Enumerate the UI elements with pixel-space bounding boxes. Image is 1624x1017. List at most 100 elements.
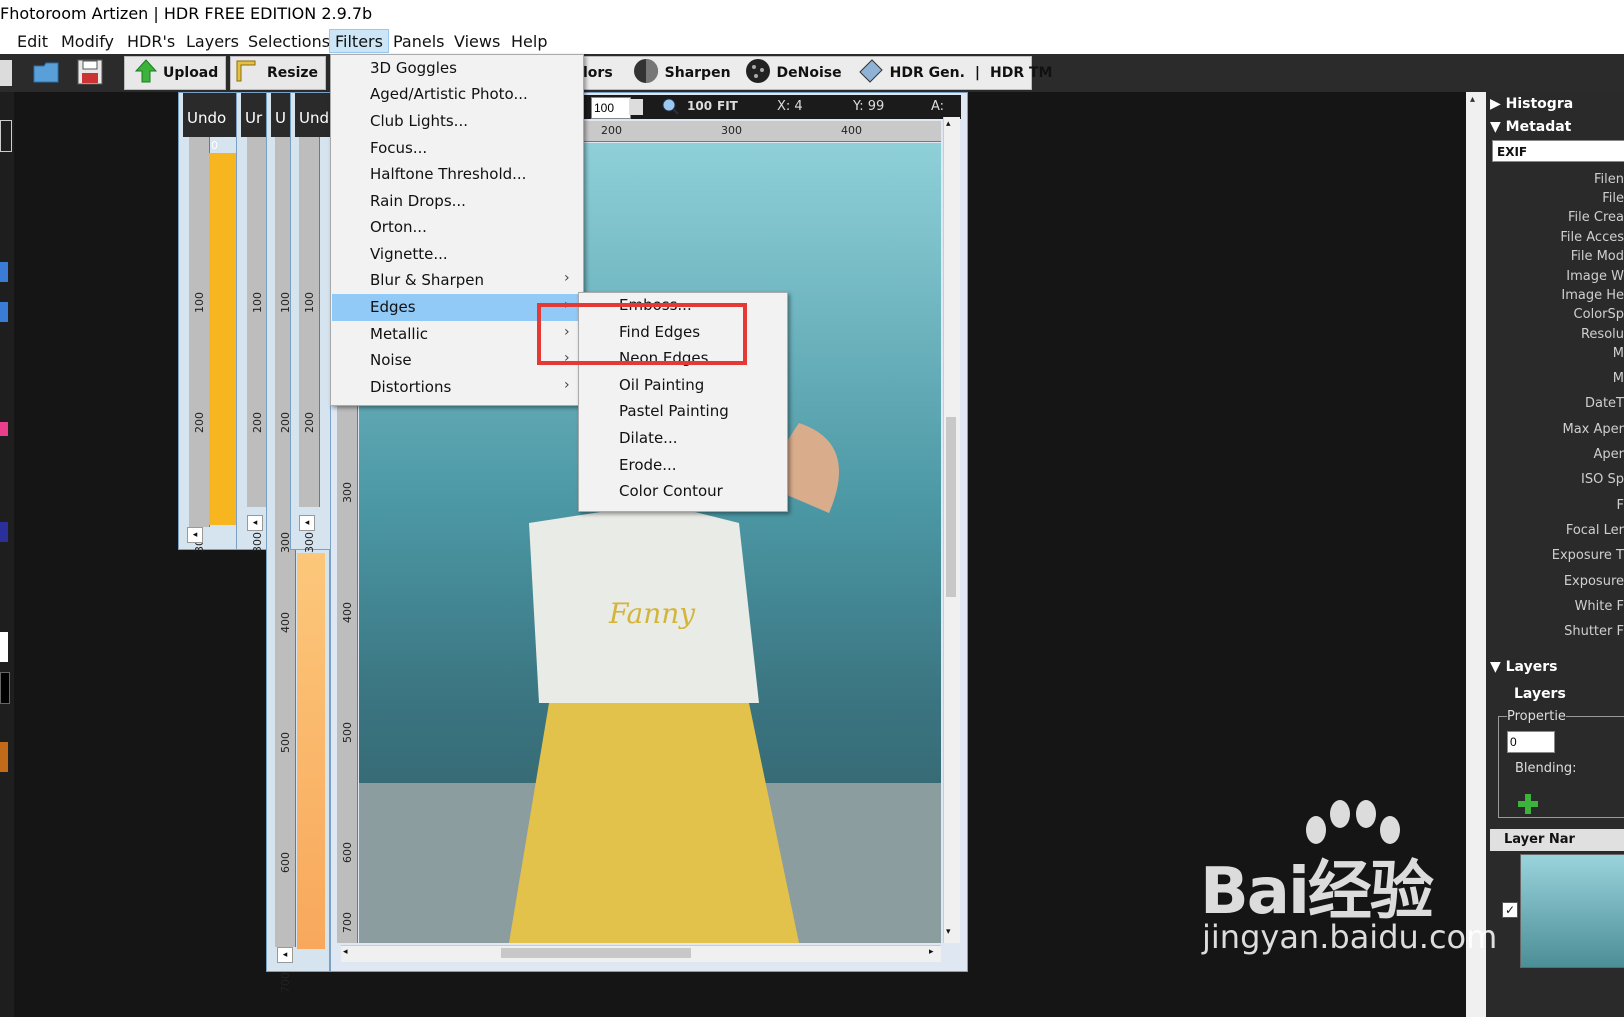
add-layer-icon[interactable] bbox=[1517, 793, 1539, 819]
undo-label-1: Undo bbox=[187, 109, 227, 127]
select-tool-icon[interactable] bbox=[0, 120, 12, 152]
scroll-left-arrow[interactable]: ◂ bbox=[247, 515, 263, 531]
new-file-icon[interactable] bbox=[0, 60, 12, 86]
window-title: Fhotoroom Artizen | HDR FREE EDITION 2.9… bbox=[0, 4, 373, 23]
vertical-scroll-thumb[interactable] bbox=[946, 417, 956, 597]
a-readout: A: bbox=[931, 99, 945, 114]
layers-header[interactable]: ▼ Layers bbox=[1490, 659, 1557, 675]
menu-selections[interactable]: Selections bbox=[248, 32, 330, 51]
opacity-input[interactable] bbox=[1507, 731, 1555, 753]
ruler-label: 400 bbox=[279, 612, 292, 633]
metadata-row: Resolu bbox=[1580, 327, 1624, 342]
edges-dilate[interactable]: Dilate... bbox=[619, 429, 678, 447]
ruler-label: 100 bbox=[303, 292, 316, 313]
upload-arrow-icon bbox=[134, 59, 158, 87]
fit-button[interactable]: FIT bbox=[717, 99, 738, 113]
metadata-row: ColorSp bbox=[1573, 307, 1624, 322]
resize-button[interactable]: Resize bbox=[230, 56, 326, 90]
ruler-label: 200 bbox=[193, 412, 206, 433]
filter-focus[interactable]: Focus... bbox=[332, 135, 582, 162]
scroll-down-arrow[interactable]: ▾ bbox=[946, 927, 951, 937]
ruler-top-zero: 0 bbox=[211, 139, 218, 152]
zoom-100-button[interactable]: 100 bbox=[687, 99, 712, 113]
filter-3d-goggles[interactable]: 3D Goggles bbox=[332, 55, 582, 82]
menu-views[interactable]: Views bbox=[454, 32, 500, 51]
layer-thumbnail[interactable] bbox=[1520, 854, 1624, 968]
scroll-left-arrow[interactable]: ◂ bbox=[343, 947, 348, 957]
menu-panels[interactable]: Panels bbox=[393, 32, 445, 51]
undo-label-2: Ur bbox=[245, 109, 263, 127]
title-bar: Fhotoroom Artizen | HDR FREE EDITION 2.9… bbox=[0, 0, 1624, 28]
scroll-left-arrow[interactable]: ◂ bbox=[277, 947, 293, 963]
edges-erode[interactable]: Erode... bbox=[619, 456, 677, 474]
filter-vignette[interactable]: Vignette... bbox=[332, 241, 582, 268]
vertical-scrollbar[interactable]: ▴ ▾ bbox=[943, 117, 960, 943]
horizontal-scrollbar[interactable]: ◂ ▸ bbox=[341, 945, 941, 962]
eraser-tool-icon[interactable] bbox=[0, 422, 8, 436]
upload-button[interactable]: Upload bbox=[124, 56, 226, 90]
exif-select[interactable]: EXIF bbox=[1492, 140, 1624, 162]
x-readout: X: 4 bbox=[777, 99, 803, 114]
scroll-up-arrow[interactable]: ▴ bbox=[946, 119, 951, 129]
brush-tool-icon[interactable] bbox=[0, 262, 8, 282]
metadata-row: F bbox=[1616, 498, 1624, 513]
metadata-row: ISO Sp bbox=[1581, 472, 1624, 487]
filter-rain-drops[interactable]: Rain Drops... bbox=[332, 188, 582, 215]
pen-tool-icon[interactable] bbox=[0, 302, 8, 322]
zoom-input[interactable] bbox=[591, 97, 631, 119]
color-swatch-icon[interactable] bbox=[0, 522, 8, 542]
vertical-ruler-2: 100 200 300 bbox=[247, 137, 268, 553]
ruler-label: 500 bbox=[279, 732, 292, 753]
filter-blur-sharpen[interactable]: Blur & Sharpen › bbox=[332, 267, 582, 294]
foreground-color-swatch[interactable] bbox=[0, 632, 8, 662]
layers-tab[interactable]: Layers bbox=[1514, 686, 1566, 702]
save-icon[interactable] bbox=[76, 58, 104, 86]
zoom-stepper-icon[interactable] bbox=[629, 99, 643, 115]
histogram-header[interactable]: ▶ Histogra bbox=[1490, 96, 1573, 112]
edges-color-contour[interactable]: Color Contour bbox=[619, 482, 723, 500]
vertical-ruler-1: 100 200 300 bbox=[189, 137, 210, 553]
background-color-swatch[interactable] bbox=[0, 672, 10, 704]
layer-visibility-checkbox[interactable]: ✓ bbox=[1502, 902, 1518, 918]
hdr-gen-label[interactable]: HDR Gen. bbox=[890, 65, 965, 81]
properties-label: Propertie bbox=[1507, 709, 1566, 724]
sharpen-label[interactable]: Sharpen bbox=[665, 65, 731, 81]
filter-aged-artistic-photo[interactable]: Aged/Artistic Photo... bbox=[332, 81, 582, 108]
menu-item-label: Rain Drops... bbox=[370, 192, 466, 210]
hdr-tm-label[interactable]: HDR TM bbox=[990, 65, 1052, 81]
baidu-watermark: Bai经验 jingyan.baidu.com bbox=[1200, 800, 1500, 970]
ruler-label: 300 bbox=[303, 532, 316, 553]
filter-distortions[interactable]: Distortions › bbox=[332, 374, 582, 401]
doc-window-4[interactable]: Und 100 200 300 ◂ bbox=[290, 92, 332, 553]
menu-modify[interactable]: Modify bbox=[61, 32, 114, 51]
texture-swatch[interactable] bbox=[0, 742, 8, 772]
scroll-up-arrow[interactable]: ▴ bbox=[1470, 94, 1475, 105]
menu-edit[interactable]: Edit bbox=[17, 32, 48, 51]
edges-oil-painting[interactable]: Oil Painting bbox=[619, 376, 704, 394]
scroll-left-arrow[interactable]: ◂ bbox=[299, 515, 315, 531]
horizontal-scroll-thumb[interactable] bbox=[501, 948, 691, 958]
scroll-right-arrow[interactable]: ▸ bbox=[929, 947, 934, 957]
metadata-row: M bbox=[1612, 346, 1624, 361]
menu-help[interactable]: Help bbox=[511, 32, 547, 51]
image-strip-3 bbox=[297, 553, 325, 949]
menu-filters[interactable]: Filters bbox=[329, 29, 389, 53]
colors-label[interactable]: lors bbox=[583, 65, 613, 81]
ruler-label: 100 bbox=[193, 292, 206, 313]
menu-item-label: Club Lights... bbox=[370, 112, 468, 130]
scroll-left-arrow[interactable]: ◂ bbox=[187, 527, 203, 543]
metadata-row: Focal Ler bbox=[1565, 523, 1624, 538]
filter-halftone-threshold[interactable]: Halftone Threshold... bbox=[332, 161, 582, 188]
zoom-in-icon[interactable] bbox=[661, 97, 679, 119]
menu-hdrs[interactable]: HDR's bbox=[127, 32, 175, 51]
filter-orton[interactable]: Orton... bbox=[332, 214, 582, 241]
toolbar-separator: | bbox=[974, 65, 981, 81]
edges-pastel-painting[interactable]: Pastel Painting bbox=[619, 402, 729, 420]
left-tool-strip bbox=[0, 92, 14, 1017]
menu-item-label: Noise bbox=[370, 351, 412, 369]
metadata-header[interactable]: ▼ Metadat bbox=[1490, 119, 1571, 135]
filter-club-lights[interactable]: Club Lights... bbox=[332, 108, 582, 135]
open-folder-icon[interactable] bbox=[32, 58, 62, 86]
menu-layers[interactable]: Layers bbox=[186, 32, 239, 51]
denoise-label[interactable]: DeNoise bbox=[777, 65, 842, 81]
